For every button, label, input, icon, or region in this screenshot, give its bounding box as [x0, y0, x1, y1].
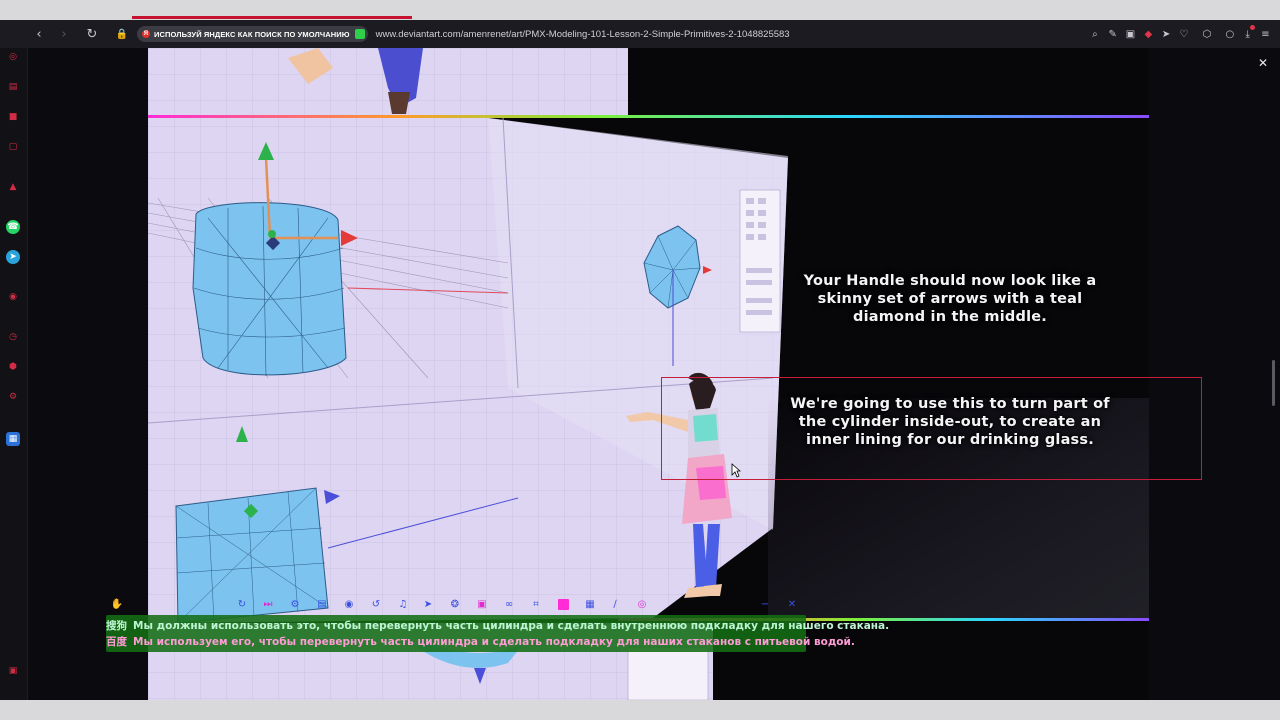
engine-label-1: 搜狗: [106, 620, 127, 632]
browser-window: ‹ › ↻ 🔒 Я ИСПОЛЬЗУЙ ЯНДЕКС КАК ПОИСК ПО …: [0, 0, 1280, 720]
shield-icon[interactable]: ◆: [1140, 24, 1157, 44]
bottom-strip: [0, 700, 1280, 720]
address-bar[interactable]: www.deviantart.com/amenrenet/art/PMX-Mod…: [376, 29, 790, 40]
translation-text-2: Мы используем его, чтобы перевернуть час…: [133, 636, 855, 648]
lock-icon[interactable]: ▣: [475, 597, 489, 611]
cube-icon[interactable]: ⬢: [6, 360, 20, 374]
record-icon[interactable]: [556, 597, 570, 611]
shopping-bag-icon[interactable]: ▤: [6, 80, 20, 94]
notification-dot: [1250, 25, 1256, 30]
player-icon[interactable]: ◉: [6, 290, 20, 304]
pointer-icon[interactable]: ➤: [421, 597, 435, 611]
telegram-icon[interactable]: ➤: [6, 250, 20, 264]
skip-icon[interactable]: ⏭: [261, 597, 275, 611]
reload-button[interactable]: ↻: [81, 23, 103, 45]
menu-icon[interactable]: ≡: [1257, 24, 1274, 44]
profile-icon[interactable]: ○: [1221, 24, 1238, 44]
box-icon[interactable]: ⬡: [1198, 24, 1215, 44]
music-icon[interactable]: ♫: [396, 597, 410, 611]
pin-icon[interactable]: ◎: [635, 597, 649, 611]
yandex-promo-badge[interactable]: Я ИСПОЛЬЗУЙ ЯНДЕКС КАК ПОИСК ПО УМОЛЧАНИ…: [137, 26, 368, 42]
settings-icon[interactable]: ⚙: [6, 390, 20, 404]
edit-icon[interactable]: ✎: [1104, 24, 1121, 44]
whatsapp-icon[interactable]: ☎: [6, 220, 20, 234]
minimize-icon[interactable]: −: [758, 597, 772, 611]
apps-icon[interactable]: ▦: [6, 432, 20, 446]
crop-icon[interactable]: ⌗: [529, 597, 543, 611]
toolbar-actions: ⌕ ✎ ▣ ◆ ➤ ♡ ⬡ ○ ⤓ ≡: [1086, 24, 1274, 44]
translation-line-2: 百度 Мы используем его, чтобы перевернуть ч…: [106, 634, 855, 649]
grid-icon[interactable]: ▦: [583, 597, 597, 611]
title-strip: [0, 0, 1280, 20]
layers-icon[interactable]: ▤: [315, 597, 329, 611]
aria-icon[interactable]: ▲: [6, 180, 20, 194]
tutorial-caption-2: We're going to use this to turn part of …: [790, 396, 1110, 448]
hand-icon[interactable]: ✋: [110, 597, 124, 611]
close-toolbar-icon[interactable]: ✕: [785, 597, 799, 611]
yandex-icon: Я: [142, 30, 150, 38]
history-icon[interactable]: ◷: [6, 330, 20, 344]
video-player-toolbar: ✋ ↻ ⏭ ⚙ ▤ ◉ ↺ ♫ ➤ ❂ ▣ ∞ ⌗ ▦ ∕ ◎ − ✕: [110, 597, 810, 613]
instagram-icon[interactable]: ▢: [6, 140, 20, 154]
download-icon[interactable]: ⤓: [1239, 24, 1256, 44]
translation-line-1: 搜狗 Мы должны использовать это, чтобы пере…: [106, 618, 889, 633]
active-tab-indicator: [132, 16, 412, 19]
twitch-icon[interactable]: ■: [6, 110, 20, 124]
browser-toolbar: ‹ › ↻ 🔒 Я ИСПОЛЬЗУЙ ЯНДЕКС КАК ПОИСК ПО …: [0, 20, 1280, 48]
eye-icon[interactable]: ◉: [342, 597, 356, 611]
heart-icon[interactable]: ♡: [1175, 24, 1192, 44]
undo-icon[interactable]: ↺: [369, 597, 383, 611]
lock-icon[interactable]: 🔒: [113, 25, 131, 43]
speed-dial-icon[interactable]: ◎: [6, 50, 20, 64]
sidebar: ◎ ▤ ■ ▢ ▲ ☎ ➤ ◉ ◷ ⬢ ⚙ ▦ ▣: [0, 48, 28, 700]
camera-icon[interactable]: ▣: [1122, 24, 1139, 44]
mouse-cursor-icon: [731, 463, 741, 478]
scrollbar[interactable]: [1272, 360, 1275, 406]
translation-text-1: Мы должны использовать это, чтобы переве…: [133, 620, 890, 632]
gear-icon[interactable]: ⚙: [288, 597, 302, 611]
send-icon[interactable]: ➤: [1158, 24, 1175, 44]
translation-overlay: 搜狗 Мы должны использовать это, чтобы пере…: [106, 615, 889, 652]
link-icon[interactable]: ∞: [502, 597, 516, 611]
search-icon[interactable]: ⌕: [1086, 24, 1103, 44]
confirm-icon[interactable]: [354, 29, 365, 39]
tutorial-caption-1: Your Handle should now look like a skinn…: [803, 273, 1097, 325]
brush-icon[interactable]: ∕: [608, 597, 622, 611]
redo-icon[interactable]: ↻: [235, 597, 249, 611]
promo-label: ИСПОЛЬЗУЙ ЯНДЕКС КАК ПОИСК ПО УМОЛЧАНИЮ: [154, 29, 350, 39]
back-button[interactable]: ‹: [28, 23, 50, 45]
forward-button[interactable]: ›: [53, 23, 75, 45]
engine-label-2: 百度: [106, 636, 127, 648]
close-icon[interactable]: ✕: [1258, 56, 1268, 70]
bulb-icon[interactable]: ❂: [448, 597, 462, 611]
gallery-icon[interactable]: ▣: [6, 664, 20, 678]
